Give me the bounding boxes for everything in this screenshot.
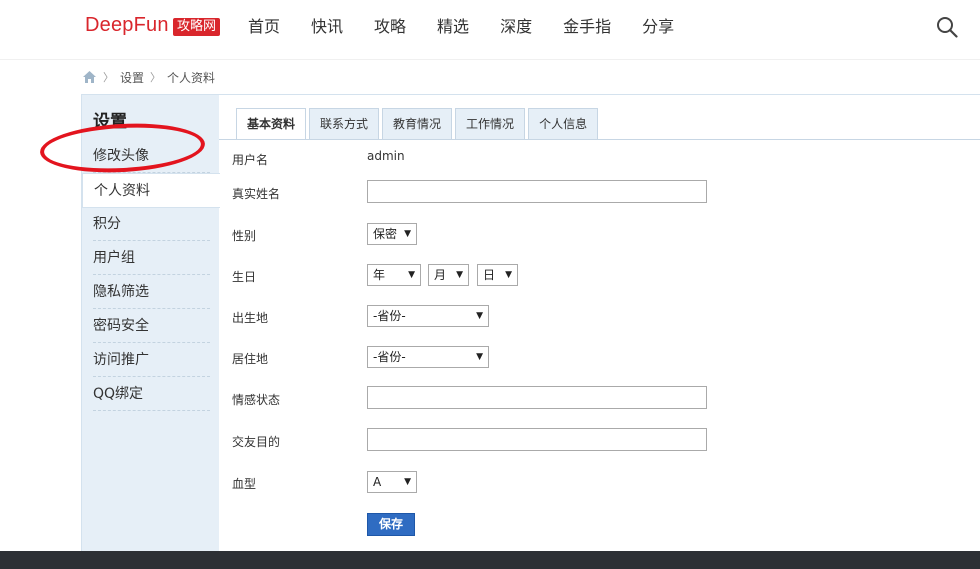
emotion-input[interactable] xyxy=(367,386,707,409)
nav-item-guides[interactable]: 攻略 xyxy=(374,16,406,38)
site-header: DeepFun 攻略网 首页 快讯 攻略 精选 深度 金手指 分享 xyxy=(0,0,980,60)
realname-input[interactable] xyxy=(367,180,707,203)
tab-divider xyxy=(219,139,980,140)
purpose-input[interactable] xyxy=(367,428,707,451)
nav-item-share[interactable]: 分享 xyxy=(642,16,674,38)
residence-select[interactable]: -省份- ▼ xyxy=(367,346,489,368)
birthplace-value: -省份- xyxy=(373,309,406,323)
sidebar-item-profile[interactable]: 个人资料 xyxy=(82,173,220,208)
dropdown-arrow-icon: ▼ xyxy=(404,477,411,487)
save-button[interactable]: 保存 xyxy=(367,513,415,536)
breadcrumb-settings[interactable]: 设置 xyxy=(120,69,144,86)
tab-personal[interactable]: 个人信息 xyxy=(528,108,599,139)
birth-day-value: 日 xyxy=(483,268,496,282)
dropdown-arrow-icon: ▼ xyxy=(505,270,512,280)
birthplace-select[interactable]: -省份- ▼ xyxy=(367,305,489,327)
main-nav: 首页 快讯 攻略 精选 深度 金手指 分享 xyxy=(248,16,705,38)
realname-label: 真实姓名 xyxy=(232,187,281,201)
purpose-label: 交友目的 xyxy=(232,435,281,449)
birthday-label: 生日 xyxy=(232,270,257,284)
site-footer xyxy=(0,551,980,569)
dropdown-arrow-icon: ▼ xyxy=(476,311,483,321)
emotion-label: 情感状态 xyxy=(232,393,281,407)
birth-month-value: 月 xyxy=(434,268,447,282)
sidebar-item-password[interactable]: 密码安全 xyxy=(93,309,210,343)
birth-year-value: 年 xyxy=(373,268,386,282)
dropdown-arrow-icon: ▼ xyxy=(404,229,411,239)
birth-month-select[interactable]: 月 ▼ xyxy=(428,264,469,286)
gender-select[interactable]: 保密 ▼ xyxy=(367,223,417,245)
sidebar-title: 设置 xyxy=(93,112,127,132)
birth-day-select[interactable]: 日 ▼ xyxy=(477,264,518,286)
breadcrumb-profile: 个人资料 xyxy=(167,70,216,85)
residence-label: 居住地 xyxy=(232,352,269,366)
nav-item-featured[interactable]: 精选 xyxy=(437,16,469,38)
tab-basic-info[interactable]: 基本资料 xyxy=(236,108,307,140)
sidebar-item-promotion[interactable]: 访问推广 xyxy=(93,343,210,377)
tab-contact[interactable]: 联系方式 xyxy=(309,108,380,139)
residence-value: -省份- xyxy=(373,350,406,364)
gender-value: 保密 xyxy=(373,227,398,241)
sidebar-item-privacy[interactable]: 隐私筛选 xyxy=(93,275,210,309)
gender-label: 性别 xyxy=(232,229,257,243)
nav-item-depth[interactable]: 深度 xyxy=(500,16,532,38)
username-value: admin xyxy=(367,149,405,163)
home-icon[interactable] xyxy=(82,70,97,84)
profile-form-panel: 基本资料 联系方式 教育情况 工作情况 个人信息 用户名 admin 真实姓名 … xyxy=(219,94,980,554)
search-icon[interactable] xyxy=(936,16,958,38)
blood-value: A xyxy=(373,475,382,489)
sidebar-item-usergroup[interactable]: 用户组 xyxy=(93,241,210,275)
birth-year-select[interactable]: 年 ▼ xyxy=(367,264,421,286)
nav-item-home[interactable]: 首页 xyxy=(248,16,280,38)
sidebar-item-qq[interactable]: QQ绑定 xyxy=(93,377,210,411)
nav-item-news[interactable]: 快讯 xyxy=(311,16,343,38)
tab-work[interactable]: 工作情况 xyxy=(455,108,526,139)
blood-select[interactable]: A ▼ xyxy=(367,471,417,493)
tab-education[interactable]: 教育情况 xyxy=(382,108,453,139)
dropdown-arrow-icon: ▼ xyxy=(476,352,483,362)
settings-sidebar: 设置 修改头像 个人资料 积分 用户组 隐私筛选 密码安全 访问推广 QQ绑定 xyxy=(81,94,220,554)
sidebar-item-points[interactable]: 积分 xyxy=(93,207,210,241)
birthplace-label: 出生地 xyxy=(232,311,269,325)
dropdown-arrow-icon: ▼ xyxy=(456,270,463,280)
chevron-right-icon: 〉 xyxy=(103,71,114,84)
breadcrumb: 〉 设置 〉 个人资料 xyxy=(82,68,215,86)
chevron-right-icon: 〉 xyxy=(150,71,162,84)
site-logo[interactable]: DeepFun xyxy=(85,14,169,37)
blood-label: 血型 xyxy=(232,477,257,491)
dropdown-arrow-icon: ▼ xyxy=(408,270,415,280)
logo-badge[interactable]: 攻略网 xyxy=(173,18,221,36)
profile-tabs: 基本资料 联系方式 教育情况 工作情况 个人信息 xyxy=(236,108,601,140)
nav-item-cheats[interactable]: 金手指 xyxy=(563,16,611,38)
sidebar-item-avatar[interactable]: 修改头像 xyxy=(93,139,210,173)
username-label: 用户名 xyxy=(232,153,269,167)
